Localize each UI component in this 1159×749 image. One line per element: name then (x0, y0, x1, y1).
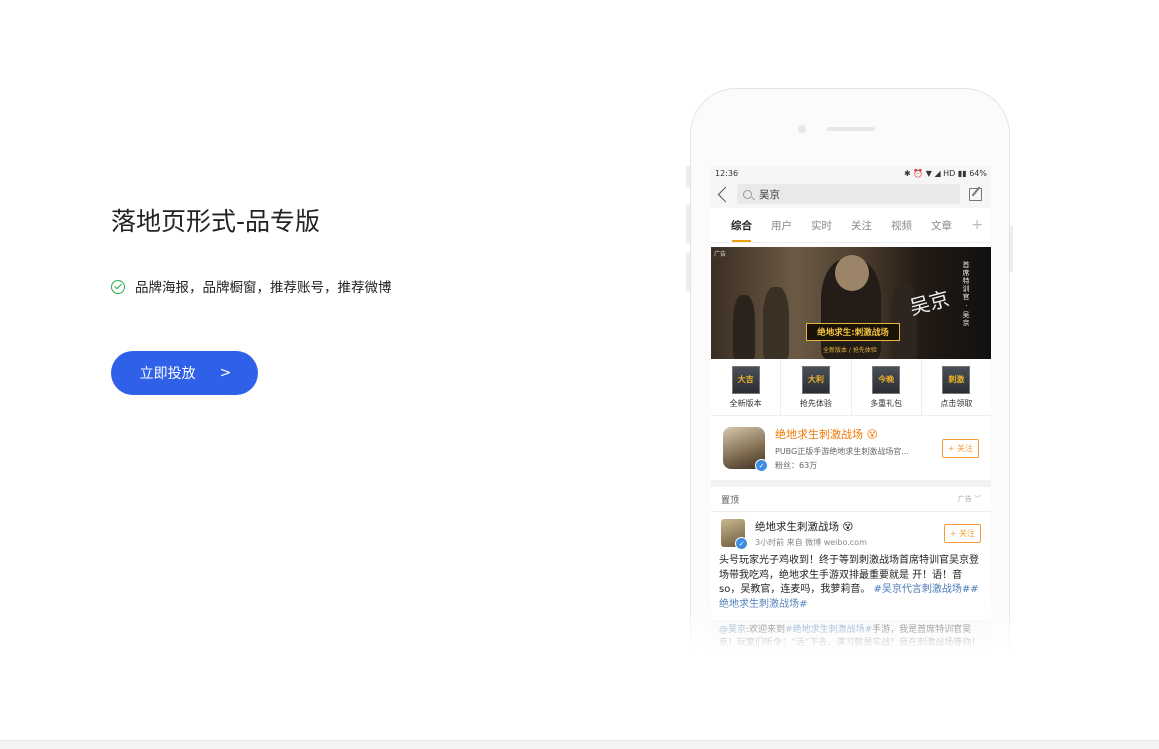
account-fans: 粉丝：63万 (775, 460, 818, 470)
quicklink-label: 全新版本 (729, 398, 762, 408)
tab-videos[interactable]: 视频 (891, 218, 912, 233)
verified-badge-icon: ✓ (735, 537, 748, 550)
tab-following[interactable]: 关注 (851, 218, 872, 233)
ad-flag[interactable]: 广告 ﹀ (958, 494, 981, 504)
phone-screen: 12:36 ✱ ⏰ ▼ ◢ HD ▮▮ 64% 吴京 综合 用户 实时 关注 视… (711, 166, 991, 686)
quicklink-label: 点击领取 (940, 398, 973, 408)
poster-face (835, 255, 869, 291)
quicklink-item[interactable]: 大吉 全新版本 (711, 359, 782, 415)
quicklink-icon: 今晚 (872, 365, 901, 394)
brand-window: 大吉 全新版本 大利 抢先体验 今晚 多重礼包 刺激 点击领取 (711, 359, 991, 416)
ad-tag: 广告 (714, 251, 727, 258)
launch-button[interactable]: 立即投放 > (111, 351, 258, 395)
pinned-label: 置顶 (721, 495, 740, 506)
quicklink-icon: 刺激 (942, 365, 971, 394)
phone-mockup: 12:36 ✱ ⏰ ▼ ◢ HD ▮▮ 64% 吴京 综合 用户 实时 关注 视… (690, 88, 1010, 688)
quicklink-label: 多重礼包 (870, 398, 903, 408)
quicklink-label: 抢先体验 (799, 398, 832, 408)
recommended-account[interactable]: ✓ 绝地求生刺激战场 😵 PUBG正版手游绝地求生刺激战场官... 粉丝：63万… (711, 416, 991, 480)
tab-comprehensive[interactable]: 综合 (731, 218, 752, 242)
account-avatar: ✓ (723, 427, 768, 472)
add-tab-icon[interactable]: + (971, 217, 983, 233)
tab-users[interactable]: 用户 (771, 218, 792, 233)
status-time: 12:36 (715, 168, 739, 178)
poster-vertical-text: 首席特训官 · 吴京 (962, 261, 970, 327)
search-input[interactable]: 吴京 (737, 184, 960, 204)
quicklink-icon: 大吉 (731, 365, 760, 394)
game-logo-subtitle: 全新版本 / 抢先体验 (823, 347, 877, 354)
result-tabs: 综合 用户 实时 关注 视频 文章 + (711, 208, 991, 243)
search-icon (743, 189, 752, 199)
feature-line: 品牌海报，品牌橱窗，推荐账号，推荐微博 (111, 276, 392, 296)
repost-block[interactable]: @吴京:欢迎来到#绝地求生刺激战场#手游，我是首席特训官吴京！玩家们听令：“活”… (711, 620, 991, 667)
game-logo: 绝地求生:刺激战场 (806, 323, 900, 341)
feature-text: 品牌海报，品牌橱窗，推荐账号，推荐微博 (135, 280, 392, 296)
repost-user[interactable]: @吴京 (719, 625, 746, 635)
account-desc: PUBG正版手游绝地求生刺激战场官... (775, 446, 909, 456)
check-circle-icon (111, 279, 125, 294)
back-icon[interactable] (717, 186, 734, 202)
quicklink-item[interactable]: 大利 抢先体验 (781, 359, 852, 415)
status-icons: ✱ ⏰ ▼ ◢ HD ▮▮ 64% (904, 168, 987, 178)
compose-icon[interactable] (968, 186, 984, 202)
post-text: 头号玩家光子鸡收到！终于等到刺激战场首席特训官吴京登场带我吃鸡，绝地求生手游双排… (711, 554, 991, 612)
search-bar: 吴京 (711, 180, 991, 208)
bottom-mask (0, 664, 1159, 740)
post-author[interactable]: 绝地求生刺激战场 😵 (755, 519, 867, 534)
phone-speaker (827, 127, 875, 131)
post-avatar[interactable]: ✓ (721, 519, 748, 550)
brand-poster-banner[interactable]: 广告 绝地求生:刺激战场 全新版本 / 抢先体验 首席特训官 · 吴京 吴京 (711, 247, 991, 359)
account-name: 绝地求生刺激战场 😵 (775, 427, 878, 441)
search-query: 吴京 (759, 188, 780, 201)
page-title: 落地页形式-品专版 (111, 207, 321, 236)
pinned-header: 置顶 广告 ﹀ (711, 487, 991, 512)
tab-realtime[interactable]: 实时 (811, 218, 832, 233)
post-header: ✓ 绝地求生刺激战场 😵 3小时前 来自 微博 weibo.com + 关注 (711, 512, 991, 554)
quicklink-item[interactable]: 今晚 多重礼包 (852, 359, 922, 415)
launch-button-label: 立即投放 (139, 366, 196, 382)
follow-button[interactable]: + 关注 (943, 523, 981, 543)
verified-badge-icon: ✓ (755, 459, 768, 472)
repost-hashtag[interactable]: #绝地求生刺激战场# (785, 625, 872, 635)
section-divider (711, 480, 991, 487)
poster-figure (733, 295, 755, 359)
tab-articles[interactable]: 文章 (931, 218, 952, 233)
quicklink-item[interactable]: 刺激 点击领取 (922, 359, 991, 415)
chevron-right-icon: > (219, 365, 232, 381)
repost-link[interactable]: ↗网页链接 @绝 (872, 651, 936, 661)
quicklink-icon: 大利 (801, 365, 830, 394)
poster-signature: 吴京 (906, 286, 952, 320)
post-meta: 3小时前 来自 微博 weibo.com (755, 537, 867, 547)
phone-camera (798, 125, 806, 133)
status-bar: 12:36 ✱ ⏰ ▼ ◢ HD ▮▮ 64% (711, 166, 991, 180)
poster-figure (763, 287, 789, 359)
follow-button[interactable]: + 关注 (941, 438, 979, 458)
repost-text: :欢迎来到 (746, 625, 786, 635)
